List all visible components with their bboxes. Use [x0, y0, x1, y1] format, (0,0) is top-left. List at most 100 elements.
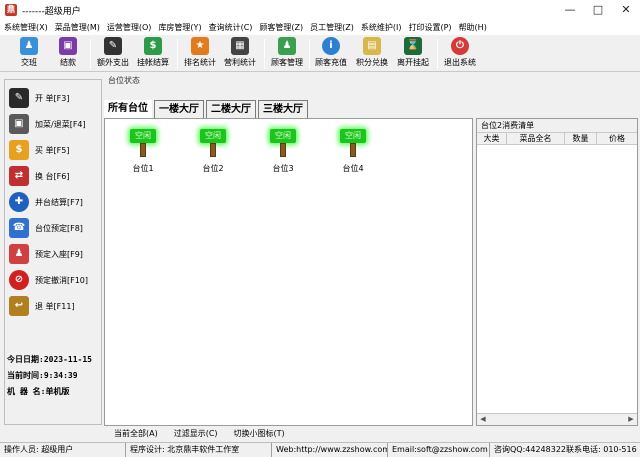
horizontal-scrollbar[interactable]: ◀ ▶: [477, 413, 637, 425]
status-designer: 程序设计: 北京鼎丰软件工作室: [126, 443, 272, 457]
show-all-option[interactable]: 当前全部(A): [114, 428, 158, 439]
calculator-icon: ▦: [231, 37, 249, 55]
status-website: Web:http://www.zzshow.com: [272, 443, 388, 457]
sidebar-item-table-reservation[interactable]: ☎ 台位预定[F8]: [9, 216, 101, 240]
tab-floor-3-hall[interactable]: 三楼大厅: [258, 100, 308, 118]
bill-title: 台位2消费清单: [477, 119, 637, 133]
table-status-badge: 空闲: [270, 129, 296, 143]
toolbar-separator: [309, 39, 310, 69]
table-status-badge: 空闲: [200, 129, 226, 143]
menu-system[interactable]: 系统管理(X): [4, 22, 48, 33]
person-seat-icon: ♟: [9, 244, 29, 264]
maximize-icon[interactable]: □: [584, 0, 612, 20]
bill-panel: 台位2消费清单 大类 菜品全名 数量 价格 ◀ ▶: [476, 118, 638, 426]
camera-icon: ▣: [9, 114, 29, 134]
tab-floor-2-hall[interactable]: 二楼大厅: [206, 100, 256, 118]
floor-tabs: 所有台位 一楼大厅 二楼大厅 三楼大厅: [104, 100, 310, 118]
money-icon: $: [144, 37, 162, 55]
leave-suspend-button[interactable]: ⌛ 离开挂起: [395, 37, 431, 71]
close-icon[interactable]: ✕: [612, 0, 640, 20]
menu-dishes[interactable]: 菜品管理(M): [55, 22, 100, 33]
sidebar-item-merge-settle[interactable]: ✚ 并台结算[F7]: [9, 190, 101, 214]
menu-maintenance[interactable]: 系统维护(I): [361, 22, 402, 33]
table-name: 台位3: [272, 164, 294, 173]
return-icon: ↩: [9, 296, 29, 316]
window-controls: — □ ✕: [556, 0, 640, 20]
app-icon: 鼎: [5, 4, 17, 16]
settle-payment-button[interactable]: ▣ 结款: [53, 37, 83, 71]
column-header-price[interactable]: 价格: [597, 133, 637, 144]
sidebar-item-reservation-cancel[interactable]: ⊘ 预定撤消[F10]: [9, 268, 101, 292]
reservation-icon: ☎: [9, 218, 29, 238]
table-slot[interactable]: 空闲 台位1: [123, 129, 163, 174]
sidebar-item-open-order[interactable]: ✎ 开 单[F3]: [9, 86, 101, 110]
toolbar-separator: [90, 39, 91, 69]
column-header-quantity[interactable]: 数量: [565, 133, 597, 144]
users-icon: ♟: [278, 37, 296, 55]
sidebar-item-reservation-seating[interactable]: ♟ 预定入座[F9]: [9, 242, 101, 266]
table-slot[interactable]: 空闲 台位3: [263, 129, 303, 174]
sidebar-item-checkout[interactable]: $ 买 单[F5]: [9, 138, 101, 162]
shift-handover-button[interactable]: ♟ 交班: [14, 37, 44, 71]
profit-stats-button[interactable]: ▦ 营利统计: [222, 37, 258, 71]
cancel-icon: ⊘: [9, 270, 29, 290]
points-redeem-button[interactable]: ▤ 积分兑换: [354, 37, 390, 71]
menu-help[interactable]: 帮助(H): [459, 22, 487, 33]
filter-display-option[interactable]: 过滤显示(C): [174, 428, 218, 439]
tab-all-tables[interactable]: 所有台位: [104, 100, 152, 118]
status-bar: 操作人员: 超级用户 程序设计: 北京鼎丰软件工作室 Web:http://ww…: [0, 442, 640, 457]
customer-recharge-button[interactable]: i 顾客充值: [313, 37, 349, 71]
tab-floor-1-hall[interactable]: 一楼大厅: [154, 100, 204, 118]
table-post-icon: [210, 143, 216, 157]
status-email: Email:soft@zzshow.com: [388, 443, 490, 457]
table-name: 台位4: [342, 164, 364, 173]
table-grid: 空闲 台位1 空闲 台位2 空闲 台位3 空闲 台位4: [104, 118, 473, 426]
toggle-small-icons-option[interactable]: 切换小图标(T): [234, 428, 285, 439]
hourglass-icon: ⌛: [404, 37, 422, 55]
pen-icon: ✎: [104, 37, 122, 55]
menu-operations[interactable]: 运营管理(O): [107, 22, 152, 33]
table-slot[interactable]: 空闲 台位4: [333, 129, 373, 174]
status-operator: 操作人员: 超级用户: [0, 443, 126, 457]
scroll-left-icon[interactable]: ◀: [477, 414, 489, 425]
swap-icon: ⇄: [9, 166, 29, 186]
machine-name: 机 器 名:单机版: [7, 387, 70, 396]
credit-settlement-button[interactable]: $ 挂帐结算: [135, 37, 171, 71]
cash-register-icon: ▣: [59, 37, 77, 55]
menu-staff[interactable]: 员工管理(Z): [310, 22, 354, 33]
minimize-icon[interactable]: —: [556, 0, 584, 20]
customer-management-button[interactable]: ♟ 顾客管理: [269, 37, 305, 71]
sidebar-item-add-return-dish[interactable]: ▣ 加菜/退菜[F4]: [9, 112, 101, 136]
menu-warehouse[interactable]: 库房管理(Y): [158, 22, 201, 33]
table-name: 台位2: [202, 164, 224, 173]
menu-customers[interactable]: 顾客管理(Z): [259, 22, 303, 33]
status-contact: 咨询QQ:44248322联系电话: 010-516: [494, 445, 637, 454]
scroll-right-icon[interactable]: ▶: [625, 414, 637, 425]
exit-system-button[interactable]: ⏻ 退出系统: [442, 37, 478, 71]
table-status-badge: 空闲: [130, 129, 156, 143]
sidebar-item-refund[interactable]: ↩ 退 单[F11]: [9, 294, 101, 318]
menu-query-stats[interactable]: 查询统计(C): [209, 22, 253, 33]
table-status-label: 台位状态: [108, 76, 140, 85]
current-time: 当前时间:9:34:39: [7, 371, 78, 380]
table-name: 台位1: [132, 164, 154, 173]
sidebar: ✎ 开 单[F3] ▣ 加菜/退菜[F4] $ 买 单[F5] ⇄ 换 台[F6…: [4, 79, 102, 425]
menu-bar: 系统管理(X) 菜品管理(M) 运营管理(O) 库房管理(Y) 查询统计(C) …: [0, 20, 640, 34]
toolbar: ♟ 交班 ▣ 结款 ✎ 额外支出 $ 挂帐结算 ★ 排名统计 ▦ 营利统计 ♟ …: [0, 34, 640, 72]
ranking-stats-button[interactable]: ★ 排名统计: [182, 37, 218, 71]
column-header-category[interactable]: 大类: [477, 133, 507, 144]
extra-expense-button[interactable]: ✎ 额外支出: [96, 37, 130, 71]
table-post-icon: [140, 143, 146, 157]
power-icon: ⏻: [451, 37, 469, 55]
table-slot[interactable]: 空闲 台位2: [193, 129, 233, 174]
title-bar: 鼎 -------超级用户 — □ ✕: [0, 0, 640, 20]
menu-print-settings[interactable]: 打印设置(P): [408, 22, 451, 33]
merge-icon: ✚: [9, 192, 29, 212]
info-icon: i: [322, 37, 340, 55]
toolbar-separator: [177, 39, 178, 69]
column-header-dish-name[interactable]: 菜品全名: [507, 133, 565, 144]
bill-table-header: 大类 菜品全名 数量 价格: [477, 133, 637, 145]
today-date: 今日日期:2023-11-15: [7, 355, 92, 364]
sidebar-item-change-table[interactable]: ⇄ 换 台[F6]: [9, 164, 101, 188]
toolbar-separator: [264, 39, 265, 69]
